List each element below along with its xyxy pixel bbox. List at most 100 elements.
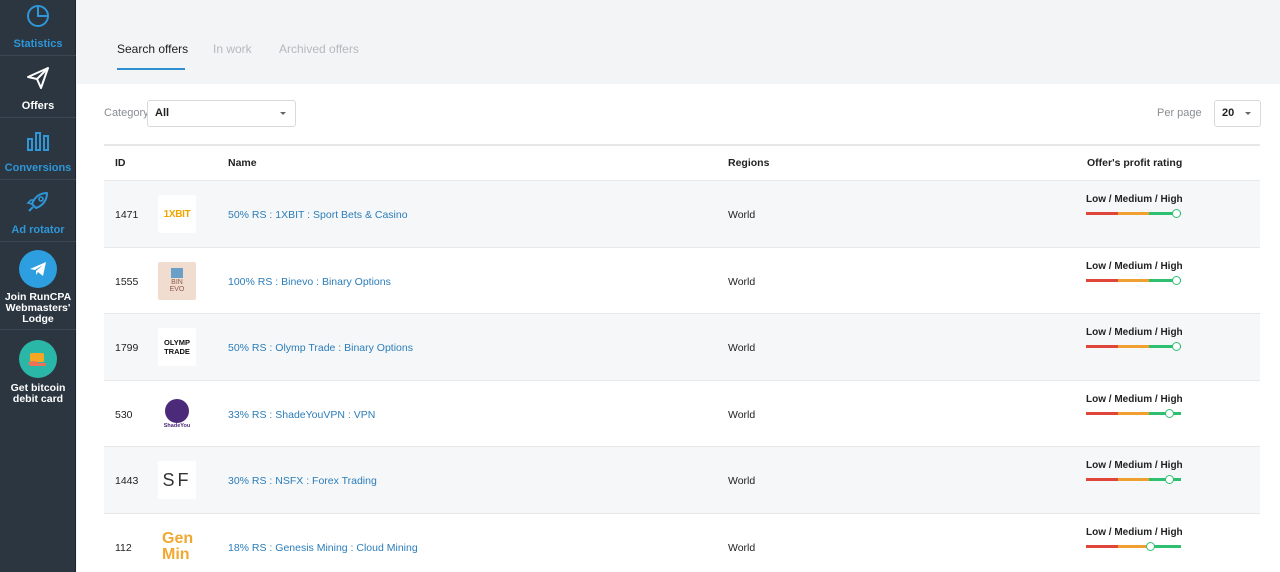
profit-rating: Low / Medium / High	[1086, 460, 1184, 484]
offer-logo-text: OLYMP TRADE	[164, 338, 190, 356]
sidebar: Statistics Offers Conversions Ad rotator	[0, 0, 76, 572]
rating-bar	[1086, 342, 1181, 351]
offer-name-link[interactable]: 100% RS : Binevo : Binary Options	[228, 276, 391, 288]
rating-low-segment	[1086, 478, 1118, 481]
rating-medium-segment	[1117, 278, 1150, 282]
table-header: ID Name Regions Offer's profit rating	[104, 144, 1260, 180]
rating-low-segment	[1086, 345, 1118, 348]
sidebar-item-label: Statistics	[13, 38, 63, 50]
offer-name-link[interactable]: 33% RS : ShadeYouVPN : VPN	[228, 409, 375, 421]
sidebar-item-label: Conversions	[4, 162, 72, 174]
category-select[interactable]: All	[147, 100, 296, 127]
offer-name-link[interactable]: 50% RS : 1XBIT : Sport Bets & Casino	[228, 209, 408, 221]
category-label: Category	[104, 107, 149, 119]
rating-low-segment	[1086, 212, 1118, 215]
rating-marker	[1165, 408, 1175, 418]
rating-marker	[1171, 342, 1181, 351]
offers-panel: Category All Per page 20 ID Name Regions…	[77, 84, 1280, 572]
sidebar-item-conversions[interactable]: Conversions	[0, 118, 76, 180]
offer-logo-text: SF	[162, 469, 192, 490]
rating-marker	[1146, 541, 1156, 551]
offer-logo: 1XBIT	[158, 195, 196, 233]
tabs-bar: Search offers In work Archived offers	[77, 0, 1280, 84]
telegram-icon	[19, 250, 57, 288]
offer-name-link[interactable]: 30% RS : NSFX : Forex Trading	[228, 475, 377, 487]
rating-marker	[1172, 275, 1181, 285]
table-row[interactable]: 1443 SF 30% RS : NSFX : Forex Trading Wo…	[104, 446, 1260, 513]
logo-mark-icon	[171, 268, 183, 278]
sidebar-item-label: Offers	[21, 100, 55, 112]
rating-medium-segment	[1117, 478, 1150, 481]
sidebar-promo-label: Join RunCPA Webmasters' Lodge	[4, 291, 72, 325]
sidebar-item-offers[interactable]: Offers	[0, 56, 76, 118]
offer-logo: BIN EVO	[158, 261, 196, 300]
paper-plane-icon	[27, 67, 49, 89]
per-page-select[interactable]: 20	[1214, 100, 1261, 127]
sidebar-promo-telegram[interactable]: Join RunCPA Webmasters' Lodge	[0, 242, 76, 330]
offer-region: World	[728, 408, 756, 421]
offer-id: 1799	[115, 342, 139, 354]
offer-logo-text: 1XBIT	[163, 208, 191, 220]
sidebar-item-statistics[interactable]: Statistics	[0, 0, 76, 56]
sidebar-item-ad-rotator[interactable]: Ad rotator	[0, 180, 76, 242]
offer-region: World	[728, 209, 756, 221]
per-page-label: Per page	[1157, 107, 1202, 119]
rating-medium-segment	[1117, 411, 1150, 415]
offer-logo: ShadeYou	[158, 394, 196, 433]
rating-marker	[1165, 475, 1175, 484]
rocket-icon	[26, 192, 48, 212]
offer-id: 1443	[115, 475, 139, 487]
rating-label: Low / Medium / High	[1086, 393, 1183, 405]
rating-bar	[1086, 275, 1181, 285]
column-header-rating[interactable]: Offer's profit rating	[1087, 157, 1182, 169]
rating-bar	[1086, 541, 1181, 551]
offers-table: ID Name Regions Offer's profit rating 14…	[104, 144, 1260, 572]
table-row[interactable]: 530 ShadeYou 33% RS : ShadeYouVPN : VPN …	[104, 379, 1260, 447]
sidebar-item-label: Ad rotator	[11, 224, 65, 236]
rating-medium-segment	[1117, 544, 1150, 548]
offer-logo: SF	[158, 461, 196, 499]
pie-chart-icon	[27, 5, 49, 27]
rating-bar	[1086, 209, 1181, 218]
offer-id: 1471	[115, 209, 139, 221]
rating-bar	[1086, 408, 1181, 418]
category-select-value: All	[155, 107, 170, 119]
sidebar-promo-bitcoin-card[interactable]: Get bitcoin debit card	[0, 330, 76, 410]
rating-label: Low / Medium / High	[1086, 526, 1183, 538]
table-row[interactable]: 112 Gen Min 18% RS : Genesis Mining : Cl…	[104, 512, 1260, 572]
tab-in-work[interactable]: In work	[213, 42, 252, 56]
offer-region: World	[728, 475, 756, 487]
table-row[interactable]: 1471 1XBIT 50% RS : 1XBIT : Sport Bets &…	[104, 180, 1260, 247]
offer-name-link[interactable]: 50% RS : Olymp Trade : Binary Options	[228, 342, 413, 354]
offer-region: World	[728, 541, 756, 554]
tab-search-offers[interactable]: Search offers	[117, 42, 188, 56]
profit-rating: Low / Medium / High	[1086, 261, 1184, 285]
per-page-select-value: 20	[1222, 107, 1235, 119]
rating-bar	[1086, 475, 1181, 484]
profit-rating: Low / Medium / High	[1086, 194, 1184, 218]
offer-logo-text: ShadeYou	[163, 422, 191, 429]
offer-logo-text: Gen Min	[162, 529, 194, 563]
tab-archived-offers[interactable]: Archived offers	[279, 42, 359, 56]
column-header-id[interactable]: ID	[115, 157, 126, 169]
rating-marker	[1172, 209, 1181, 218]
offer-id: 112	[115, 541, 132, 554]
rating-medium-segment	[1117, 212, 1150, 215]
table-row[interactable]: 1555 BIN EVO 100% RS : Binevo : Binary O…	[104, 246, 1260, 314]
rating-low-segment	[1086, 544, 1118, 548]
offer-region: World	[728, 275, 756, 288]
rating-label: Low / Medium / High	[1086, 260, 1183, 272]
main-content: Search offers In work Archived offers Ca…	[77, 0, 1280, 572]
column-header-name[interactable]: Name	[228, 157, 257, 169]
logo-mark-icon	[165, 398, 189, 423]
bar-chart-icon	[27, 132, 49, 151]
offer-logo: OLYMP TRADE	[158, 328, 196, 366]
column-header-regions[interactable]: Regions	[728, 157, 769, 169]
profit-rating: Low / Medium / High	[1086, 394, 1184, 418]
table-row[interactable]: 1799 OLYMP TRADE 50% RS : Olymp Trade : …	[104, 313, 1260, 380]
offer-name-link[interactable]: 18% RS : Genesis Mining : Cloud Mining	[228, 542, 418, 554]
rating-low-segment	[1086, 278, 1118, 282]
chevron-down-icon	[1245, 112, 1251, 115]
offer-id: 1555	[115, 275, 139, 288]
rating-label: Low / Medium / High	[1086, 327, 1183, 338]
